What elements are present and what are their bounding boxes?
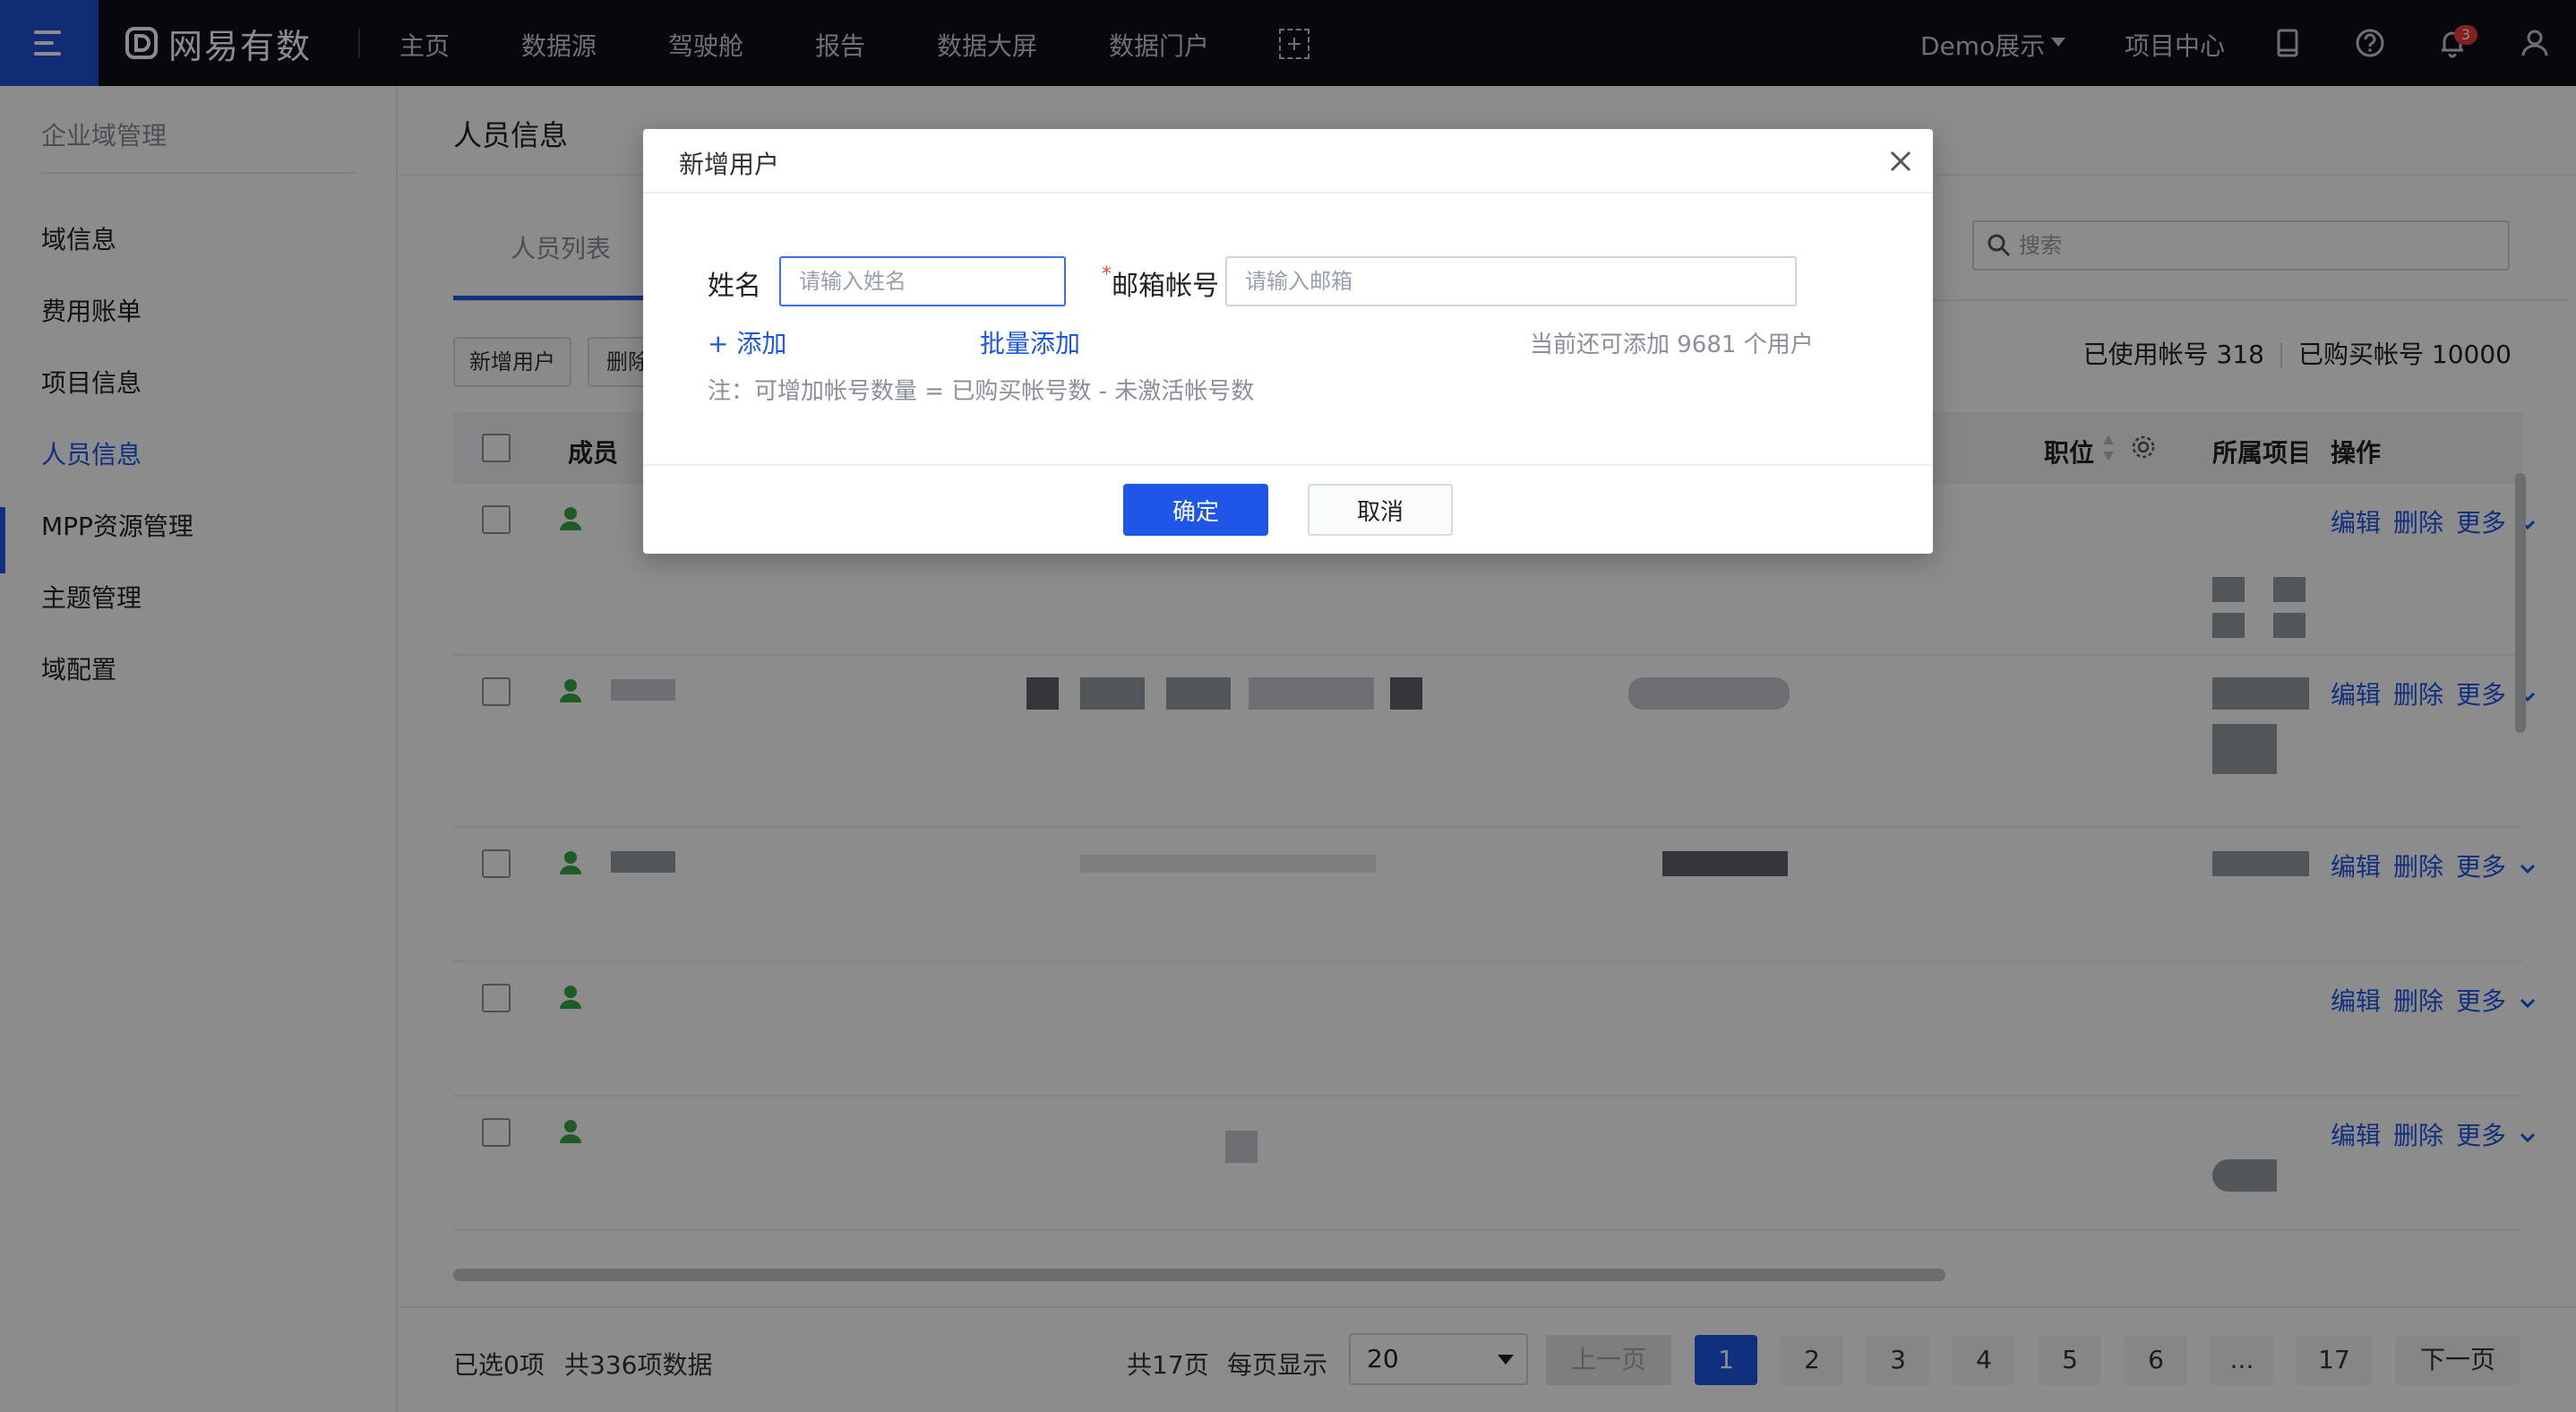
dialog-footer-divider bbox=[643, 464, 1933, 466]
account-note: 注：可增加帐号数量 = 已购买帐号数 - 未激活帐号数 bbox=[708, 378, 1255, 405]
confirm-button[interactable]: 确定 bbox=[1123, 484, 1268, 536]
add-user-dialog: 新增用户 姓名 *邮箱帐号 + 添加 批量添加 当前还可添加 9681 个用户 … bbox=[643, 129, 1933, 554]
cancel-button[interactable]: 取消 bbox=[1308, 484, 1453, 536]
email-input[interactable] bbox=[1225, 256, 1797, 306]
add-row-link[interactable]: + 添加 bbox=[708, 324, 786, 360]
dialog-title: 新增用户 bbox=[679, 150, 780, 179]
name-label: 姓名 bbox=[708, 271, 761, 302]
name-input[interactable] bbox=[779, 256, 1066, 306]
dialog-header: 新增用户 bbox=[643, 129, 1933, 194]
remaining-users: 当前还可添加 9681 个用户 bbox=[1530, 331, 1814, 358]
close-icon[interactable] bbox=[1886, 147, 1915, 176]
email-label: *邮箱帐号 bbox=[1102, 263, 1219, 303]
required-mark: * bbox=[1102, 263, 1112, 286]
email-label-text: 邮箱帐号 bbox=[1112, 271, 1219, 302]
batch-add-link[interactable]: 批量添加 bbox=[980, 324, 1080, 360]
